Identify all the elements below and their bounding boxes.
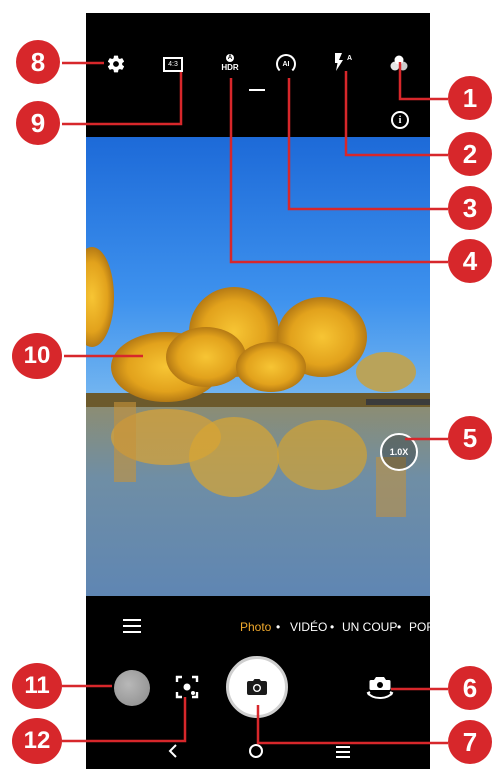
callout-3: 3 (448, 186, 492, 230)
callout-9: 9 (16, 101, 60, 145)
callout-5: 5 (448, 416, 492, 460)
callout-7: 7 (448, 720, 492, 764)
callout-8: 8 (16, 40, 60, 84)
callout-lines (62, 61, 448, 745)
callout-2: 2 (448, 132, 492, 176)
callout-6: 6 (448, 666, 492, 710)
callout-11: 11 (12, 663, 62, 709)
callout-1: 1 (448, 76, 492, 120)
callout-12: 12 (12, 718, 62, 764)
callout-10: 10 (12, 333, 62, 379)
callout-4: 4 (448, 239, 492, 283)
